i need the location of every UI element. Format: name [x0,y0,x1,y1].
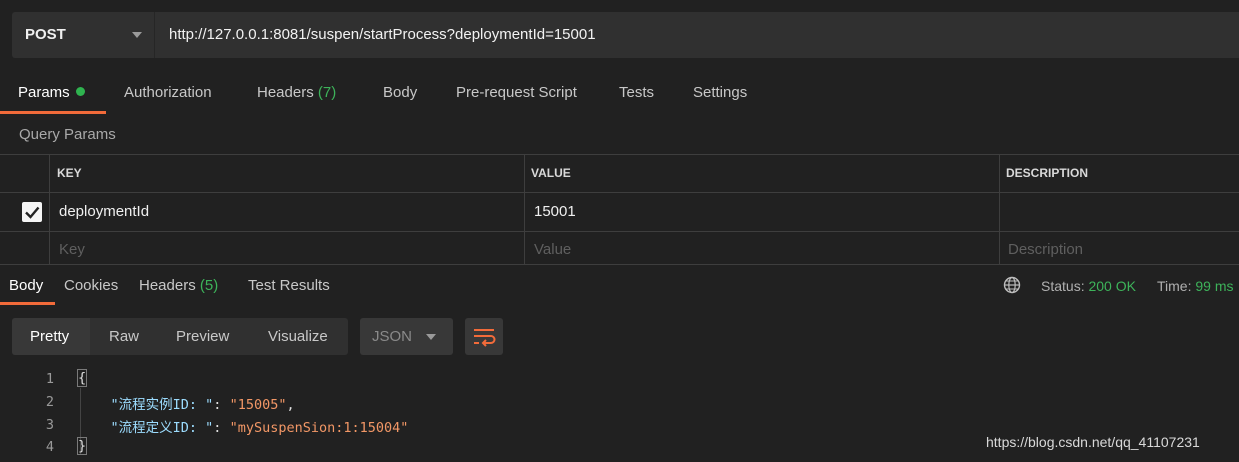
table-divider [0,192,1239,193]
line-number: 3 [45,417,54,433]
params-active-dot-icon [75,87,85,96]
tab-headers-count: (7) [317,84,337,101]
chevron-down-icon [426,334,436,340]
view-visualize-button[interactable]: Visualize [268,328,328,345]
tab-body[interactable]: Body [383,84,417,101]
table-divider [0,231,1239,232]
line-number: 4 [45,439,54,455]
table-divider [0,264,1239,265]
tab-cookies[interactable]: Cookies [64,277,118,294]
method-label: POST [25,26,66,43]
time-value: 99 ms [1195,278,1234,294]
view-raw-button[interactable]: Raw [109,328,139,345]
tab-params[interactable]: Params [18,84,85,101]
column-header-description: DESCRIPTION [1006,166,1089,180]
view-mode-group: Pretty Raw Preview Visualize [12,318,348,355]
chevron-down-icon [132,32,142,38]
json-separator: : [213,397,230,413]
time-readout: Time: 99 ms [1157,278,1234,294]
checkmark-icon [25,206,40,219]
tab-authorization[interactable]: Authorization [124,84,212,101]
param-key-input[interactable]: deploymentId [59,203,149,220]
json-key: "流程实例ID: " [110,397,214,413]
tab-response-headers[interactable]: Headers (5) [139,277,218,294]
code-text: } [76,437,88,455]
watermark-text: https://blog.csdn.net/qq_41107231 [986,434,1200,450]
url-input[interactable]: http://127.0.0.1:8081/suspen/startProces… [169,26,596,43]
tab-response-headers-label: Headers [139,277,196,294]
param-enabled-checkbox[interactable] [22,202,42,222]
code-line: { [76,369,88,387]
status-readout: Status: 200 OK [1041,278,1136,294]
status-value: 200 OK [1088,278,1136,294]
tab-params-label: Params [18,84,70,101]
tab-headers-label: Headers [257,84,314,101]
column-header-value: VALUE [531,166,571,180]
format-select[interactable]: JSON [360,318,453,355]
column-divider [49,154,50,264]
tab-test-results[interactable]: Test Results [248,277,330,294]
format-label: JSON [372,328,413,345]
active-response-tab-indicator [0,302,55,305]
tab-settings[interactable]: Settings [693,84,747,101]
wrap-lines-icon [474,329,496,347]
wrap-lines-button[interactable] [465,318,503,355]
json-key: "流程定义ID: " [110,420,214,436]
json-comma: , [286,397,295,413]
tab-response-headers-count: (5) [199,277,219,294]
globe-icon[interactable] [1003,276,1021,294]
query-params-title: Query Params [19,126,116,143]
json-separator: : [213,420,230,436]
time-label: Time: [1157,278,1192,294]
line-number: 1 [45,371,54,387]
request-tabs: Params Authorization Headers (7) Body Pr… [0,76,1239,114]
code-line: } [76,437,88,455]
method-select[interactable]: POST [12,12,155,58]
request-url-bar: POST http://127.0.0.1:8081/suspen/startP… [12,12,1239,58]
new-description-input[interactable]: Description [1008,241,1083,258]
tab-pre-request-script[interactable]: Pre-request Script [456,84,577,101]
tab-tests[interactable]: Tests [619,84,654,101]
json-value: "15005" [229,397,287,413]
code-line: "流程实例ID: ": "15005", [78,393,295,413]
code-text: { [76,369,88,387]
view-preview-button[interactable]: Preview [176,328,229,345]
tab-headers[interactable]: Headers (7) [257,84,336,101]
new-key-input[interactable]: Key [59,241,85,258]
new-value-input[interactable]: Value [534,241,571,258]
status-label: Status: [1041,278,1085,294]
tab-response-body[interactable]: Body [9,277,43,294]
column-header-key: KEY [57,166,82,180]
active-tab-indicator [0,111,106,114]
param-value-input[interactable]: 15001 [534,203,576,220]
table-divider [0,154,1239,155]
column-divider [999,154,1000,264]
column-divider [524,154,525,264]
json-value: "mySuspenSion:1:15004" [229,420,409,436]
line-number: 2 [45,394,54,410]
code-line: "流程定义ID: ": "mySuspenSion:1:15004" [78,416,409,436]
view-pretty-button[interactable]: Pretty [30,328,69,345]
